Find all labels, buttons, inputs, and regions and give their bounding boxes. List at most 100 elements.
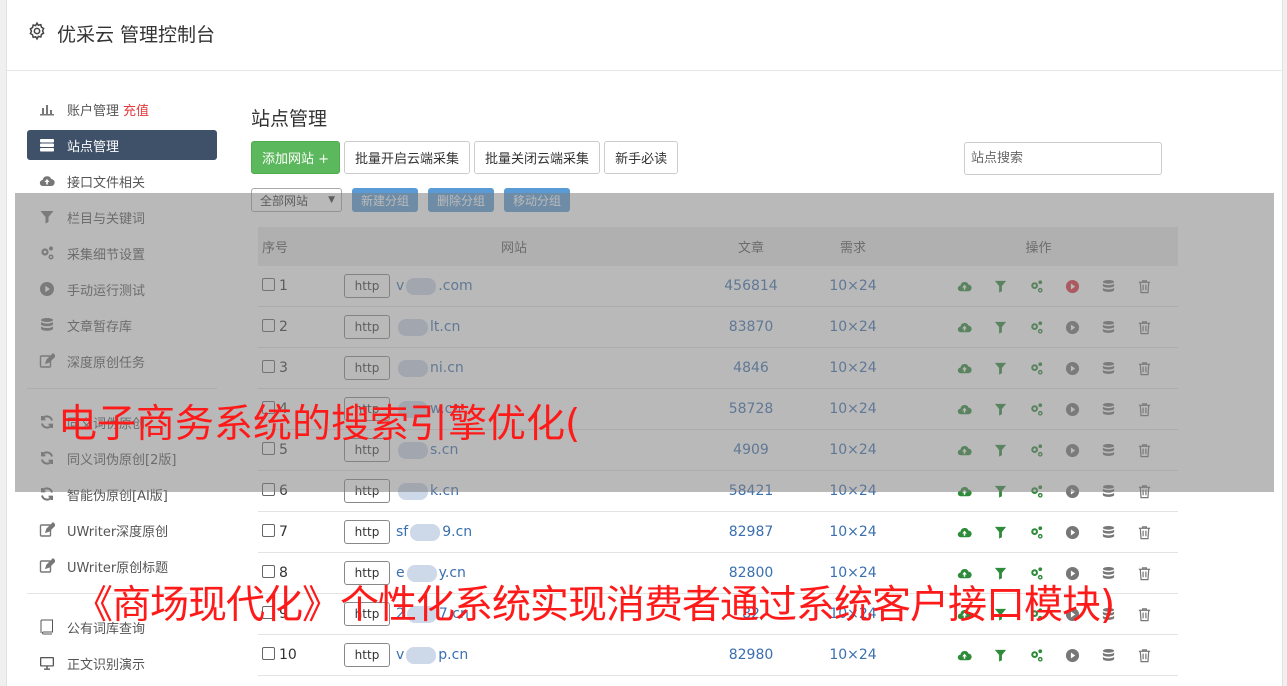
sidebar-item-g2-2[interactable]: 智能伪原创[AI版]	[27, 479, 217, 509]
play-circle-icon[interactable]	[1063, 482, 1081, 500]
recharge-link[interactable]: 充值	[123, 100, 149, 119]
trash-icon[interactable]	[1135, 400, 1153, 418]
database-icon[interactable]	[1099, 359, 1117, 377]
article-count[interactable]: 58728	[695, 388, 807, 430]
filter-icon[interactable]	[991, 441, 1009, 459]
demand-value[interactable]: 10×24	[807, 388, 899, 430]
sidebar-item-g1-1[interactable]: 站点管理	[27, 130, 217, 160]
play-circle-icon[interactable]	[1063, 441, 1081, 459]
cloud-upload-icon[interactable]	[955, 400, 973, 418]
gears-icon[interactable]	[1027, 277, 1045, 295]
article-count[interactable]: 82	[695, 593, 807, 635]
filter-icon[interactable]	[991, 646, 1009, 664]
trash-icon[interactable]	[1135, 482, 1153, 500]
play-circle-icon[interactable]	[1063, 564, 1081, 582]
demand-value[interactable]: 10×24	[807, 429, 899, 471]
database-icon[interactable]	[1099, 400, 1117, 418]
filter-icon[interactable]	[991, 277, 1009, 295]
cloud-upload-icon[interactable]	[955, 482, 973, 500]
trash-icon[interactable]	[1135, 605, 1153, 623]
row-checkbox[interactable]	[262, 647, 275, 660]
database-icon[interactable]	[1099, 482, 1117, 500]
gears-icon[interactable]	[1027, 441, 1045, 459]
sidebar-item-g1-3[interactable]: 栏目与关键词	[27, 202, 217, 232]
row-checkbox[interactable]	[262, 278, 275, 291]
gears-icon[interactable]	[1027, 318, 1045, 336]
http-badge[interactable]: http	[344, 643, 390, 667]
move-group-button[interactable]: 移动分组	[504, 188, 571, 212]
play-circle-icon[interactable]	[1063, 318, 1081, 336]
new-group-button[interactable]: 新建分组	[352, 188, 419, 212]
trash-icon[interactable]	[1135, 564, 1153, 582]
sidebar-item-g1-7[interactable]: 深度原创任务	[27, 346, 217, 376]
gears-icon[interactable]	[1027, 400, 1045, 418]
http-badge[interactable]: http	[344, 356, 390, 380]
row-checkbox[interactable]	[262, 483, 275, 496]
site-domain-link[interactable]: lt.cn	[396, 318, 460, 336]
article-count[interactable]: 456814	[695, 266, 807, 307]
row-checkbox[interactable]	[262, 442, 275, 455]
http-badge[interactable]: http	[344, 397, 390, 421]
group-select[interactable]: 全部网站 ▼	[251, 188, 342, 212]
filter-icon[interactable]	[991, 359, 1009, 377]
database-icon[interactable]	[1099, 318, 1117, 336]
http-badge[interactable]: http	[344, 602, 390, 626]
play-circle-icon[interactable]	[1063, 523, 1081, 541]
cloud-upload-icon[interactable]	[955, 605, 973, 623]
row-checkbox[interactable]	[262, 319, 275, 332]
database-icon[interactable]	[1099, 646, 1117, 664]
row-checkbox[interactable]	[262, 606, 275, 619]
http-badge[interactable]: http	[344, 479, 390, 503]
play-circle-icon[interactable]	[1063, 646, 1081, 664]
trash-icon[interactable]	[1135, 646, 1153, 664]
play-circle-icon[interactable]	[1063, 277, 1081, 295]
guide-button[interactable]: 新手必读	[604, 141, 679, 174]
play-circle-icon[interactable]	[1063, 605, 1081, 623]
batch-enable-button[interactable]: 批量开启云端采集	[344, 141, 471, 174]
filter-icon[interactable]	[991, 400, 1009, 418]
filter-icon[interactable]	[991, 523, 1009, 541]
row-checkbox[interactable]	[262, 524, 275, 537]
site-domain-link[interactable]: v .com	[396, 277, 473, 295]
sidebar-item-g1-4[interactable]: 采集细节设置	[27, 238, 217, 268]
sidebar-item-g3-1[interactable]: 正文识别演示	[27, 648, 217, 678]
play-circle-icon[interactable]	[1063, 359, 1081, 377]
gears-icon[interactable]	[1027, 605, 1045, 623]
demand-value[interactable]: 10×24	[807, 593, 899, 635]
add-site-button[interactable]: 添加网站 +	[251, 141, 341, 174]
gears-icon[interactable]	[1027, 482, 1045, 500]
cloud-upload-icon[interactable]	[955, 523, 973, 541]
cloud-upload-icon[interactable]	[955, 318, 973, 336]
cloud-upload-icon[interactable]	[955, 277, 973, 295]
database-icon[interactable]	[1099, 441, 1117, 459]
sidebar-item-g1-5[interactable]: 手动运行测试	[27, 274, 217, 304]
cloud-upload-icon[interactable]	[955, 441, 973, 459]
sidebar-item-g2-4[interactable]: UWriter原创标题	[27, 551, 217, 581]
sidebar-item-g1-6[interactable]: 文章暂存库	[27, 310, 217, 340]
http-badge[interactable]: http	[344, 438, 390, 462]
article-count[interactable]: 4846	[695, 347, 807, 389]
demand-value[interactable]: 10×24	[807, 306, 899, 348]
demand-value[interactable]: 10×24	[807, 470, 899, 512]
filter-icon[interactable]	[991, 605, 1009, 623]
http-badge[interactable]: http	[344, 274, 390, 298]
sidebar-item-g2-3[interactable]: UWriter深度原创	[27, 515, 217, 545]
sidebar-item-g1-0[interactable]: 账户管理 充值	[27, 94, 217, 124]
delete-group-button[interactable]: 删除分组	[428, 188, 495, 212]
sidebar-item-g2-1[interactable]: 同义词伪原创[2版]	[27, 443, 217, 473]
site-search-input[interactable]	[964, 142, 1162, 175]
demand-value[interactable]: 10×24	[807, 634, 899, 676]
cloud-upload-icon[interactable]	[955, 564, 973, 582]
trash-icon[interactable]	[1135, 359, 1153, 377]
row-checkbox[interactable]	[262, 565, 275, 578]
demand-value[interactable]: 10×24	[807, 266, 899, 307]
site-domain-link[interactable]: k.cn	[396, 482, 459, 500]
cloud-upload-icon[interactable]	[955, 359, 973, 377]
row-checkbox[interactable]	[262, 360, 275, 373]
site-domain-link[interactable]: 2 7.cn	[396, 605, 469, 623]
cloud-upload-icon[interactable]	[955, 646, 973, 664]
article-count[interactable]: 58421	[695, 470, 807, 512]
article-count[interactable]: 83870	[695, 306, 807, 348]
site-domain-link[interactable]: sf 9.cn	[396, 523, 472, 541]
site-domain-link[interactable]: ni.cn	[396, 359, 464, 377]
